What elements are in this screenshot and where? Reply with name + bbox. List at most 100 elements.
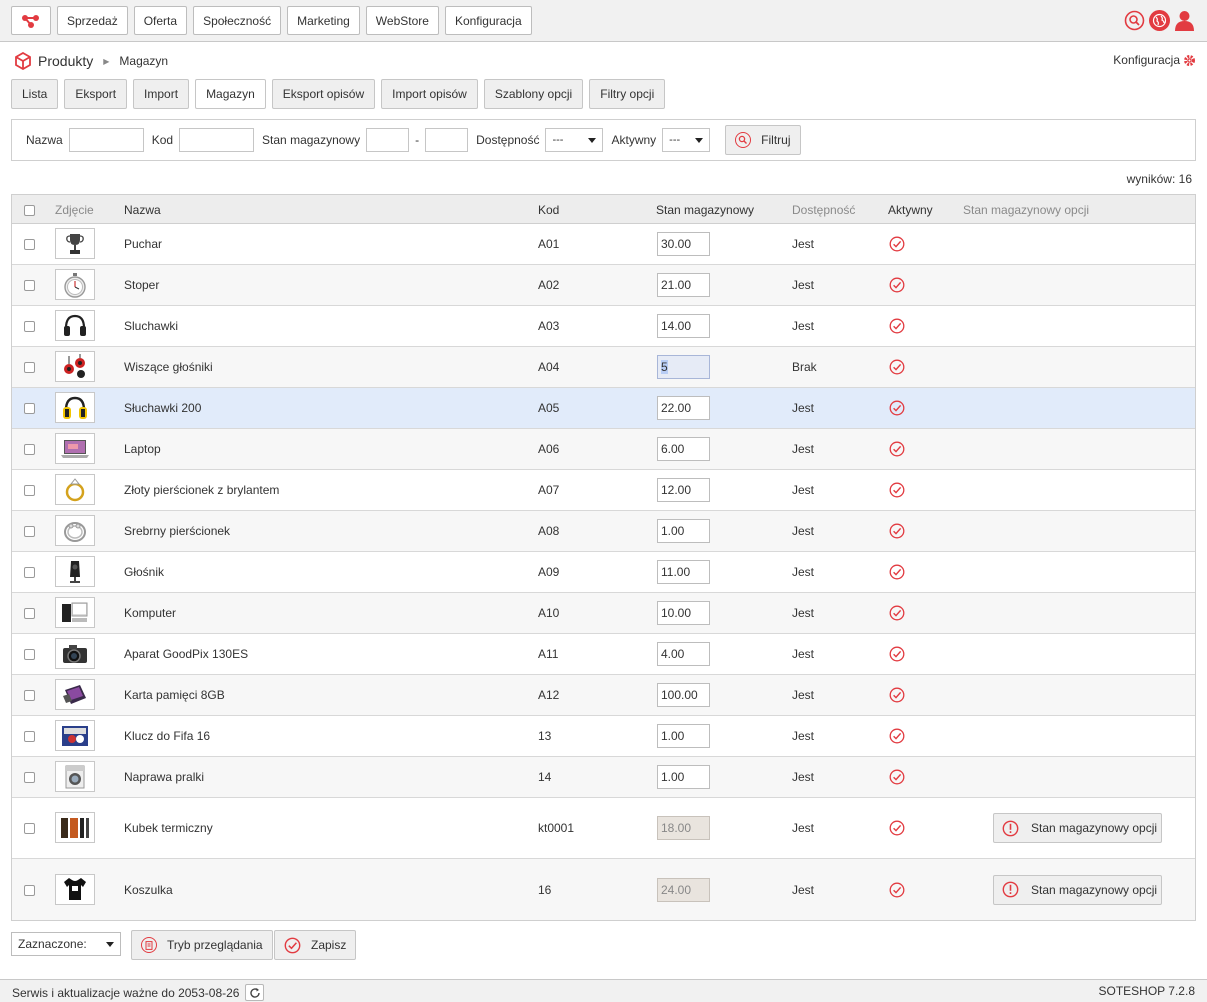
filter-name-input[interactable]: [68, 128, 144, 152]
logo-button[interactable]: [11, 6, 51, 35]
topnav-item-0[interactable]: Sprzedaż: [57, 6, 128, 35]
active-check-icon[interactable]: [889, 400, 905, 416]
row-checkbox[interactable]: [24, 884, 35, 896]
column-name[interactable]: Nazwa: [124, 203, 161, 217]
active-check-icon[interactable]: [889, 277, 905, 293]
row-checkbox[interactable]: [24, 823, 35, 834]
filter-stock-to-input[interactable]: [425, 128, 469, 152]
row-checkbox[interactable]: [24, 772, 35, 783]
filter-button[interactable]: Filtruj: [725, 125, 801, 155]
select-all-checkbox[interactable]: [24, 205, 35, 216]
product-thumbnail[interactable]: [55, 474, 95, 505]
product-thumbnail[interactable]: [55, 812, 95, 843]
topnav-item-5[interactable]: Konfiguracja: [444, 6, 532, 35]
tab-6[interactable]: Szablony opcji: [483, 79, 584, 109]
tab-3[interactable]: Magazyn: [195, 79, 266, 109]
active-check-icon[interactable]: [889, 359, 905, 375]
row-checkbox[interactable]: [24, 608, 35, 619]
topnav-item-2[interactable]: Społeczność: [193, 6, 282, 35]
product-thumbnail[interactable]: [55, 597, 95, 628]
filter-availability-select[interactable]: ---: [545, 128, 604, 152]
product-thumbnail[interactable]: [55, 679, 95, 710]
row-checkbox[interactable]: [24, 567, 35, 578]
row-checkbox[interactable]: [24, 649, 35, 660]
browse-mode-button[interactable]: Tryb przeglądania: [131, 930, 273, 960]
column-stock[interactable]: Stan magazynowy: [656, 203, 754, 217]
active-check-icon[interactable]: [889, 236, 905, 252]
stock-input[interactable]: 30.00: [657, 232, 710, 256]
active-check-icon[interactable]: [889, 769, 905, 785]
stock-input[interactable]: 10.00: [657, 601, 710, 625]
active-check-icon[interactable]: [889, 882, 905, 898]
stock-input[interactable]: 12.00: [657, 478, 710, 502]
filter-active-select[interactable]: ---: [662, 128, 711, 152]
product-thumbnail[interactable]: [55, 720, 95, 751]
product-thumbnail[interactable]: [55, 310, 95, 341]
row-checkbox[interactable]: [24, 731, 35, 742]
config-link[interactable]: Konfiguracja: [1113, 53, 1196, 67]
row-checkbox[interactable]: [24, 321, 35, 332]
active-check-icon[interactable]: [889, 482, 905, 498]
active-check-icon[interactable]: [889, 523, 905, 539]
product-thumbnail[interactable]: [55, 392, 95, 423]
tab-4[interactable]: Eksport opisów: [271, 79, 376, 109]
save-button[interactable]: Zapisz: [274, 930, 357, 960]
product-thumbnail[interactable]: [55, 515, 95, 546]
row-checkbox[interactable]: [24, 526, 35, 537]
row-checkbox[interactable]: [24, 280, 35, 291]
column-active[interactable]: Aktywny: [888, 203, 933, 217]
active-check-icon[interactable]: [889, 318, 905, 334]
filter-code-input[interactable]: [179, 128, 255, 152]
tab-5[interactable]: Import opisów: [381, 79, 478, 109]
product-thumbnail[interactable]: [55, 228, 95, 259]
active-check-icon[interactable]: [889, 605, 905, 621]
globe-icon[interactable]: [1149, 10, 1170, 31]
user-icon[interactable]: [1174, 10, 1195, 31]
product-thumbnail[interactable]: [55, 433, 95, 464]
topnav-item-3[interactable]: Marketing: [287, 6, 360, 35]
product-thumbnail[interactable]: [55, 269, 95, 300]
stock-input[interactable]: 100.00: [657, 683, 710, 707]
option-stock-button[interactable]: Stan magazynowy opcji: [993, 874, 1162, 905]
tab-2[interactable]: Import: [133, 79, 190, 109]
row-checkbox[interactable]: [24, 485, 35, 496]
stock-input[interactable]: 1.00: [657, 519, 710, 543]
stock-input[interactable]: 4.00: [657, 642, 710, 666]
active-check-icon[interactable]: [889, 646, 905, 662]
column-code[interactable]: Kod: [538, 203, 559, 217]
product-thumbnail[interactable]: [55, 351, 95, 382]
row-checkbox[interactable]: [24, 362, 35, 373]
active-check-icon[interactable]: [889, 687, 905, 703]
stock-input[interactable]: 11.00: [657, 560, 710, 584]
row-checkbox[interactable]: [24, 690, 35, 701]
tab-0[interactable]: Lista: [11, 79, 59, 109]
refresh-icon[interactable]: [245, 984, 265, 1001]
selected-actions-select[interactable]: Zaznaczone:: [11, 932, 121, 956]
stock-input[interactable]: 14.00: [657, 314, 710, 338]
active-check-icon[interactable]: [889, 820, 905, 836]
row-checkbox[interactable]: [24, 239, 35, 250]
product-thumbnail[interactable]: [55, 761, 95, 792]
page-title[interactable]: Produkty: [38, 53, 93, 69]
tab-7[interactable]: Filtry opcji: [589, 79, 666, 109]
stock-input[interactable]: 6.00: [657, 437, 710, 461]
filter-stock-from-input[interactable]: [366, 128, 410, 152]
stock-input[interactable]: 1.00: [657, 724, 710, 748]
option-stock-button[interactable]: Stan magazynowy opcji: [993, 813, 1162, 843]
search-icon[interactable]: [1124, 10, 1145, 31]
row-checkbox[interactable]: [24, 444, 35, 455]
row-checkbox[interactable]: [24, 403, 35, 414]
stock-input[interactable]: 22.00: [657, 396, 710, 420]
product-thumbnail[interactable]: [55, 873, 95, 905]
tab-1[interactable]: Eksport: [64, 79, 128, 109]
product-thumbnail[interactable]: [55, 556, 95, 587]
active-check-icon[interactable]: [889, 564, 905, 580]
topnav-item-4[interactable]: WebStore: [365, 6, 439, 35]
stock-input[interactable]: 21.00: [657, 273, 710, 297]
product-thumbnail[interactable]: [55, 638, 95, 669]
topnav-item-1[interactable]: Oferta: [133, 6, 188, 35]
active-check-icon[interactable]: [889, 441, 905, 457]
stock-input[interactable]: 5: [657, 355, 710, 379]
stock-input[interactable]: 1.00: [657, 765, 710, 789]
active-check-icon[interactable]: [889, 728, 905, 744]
